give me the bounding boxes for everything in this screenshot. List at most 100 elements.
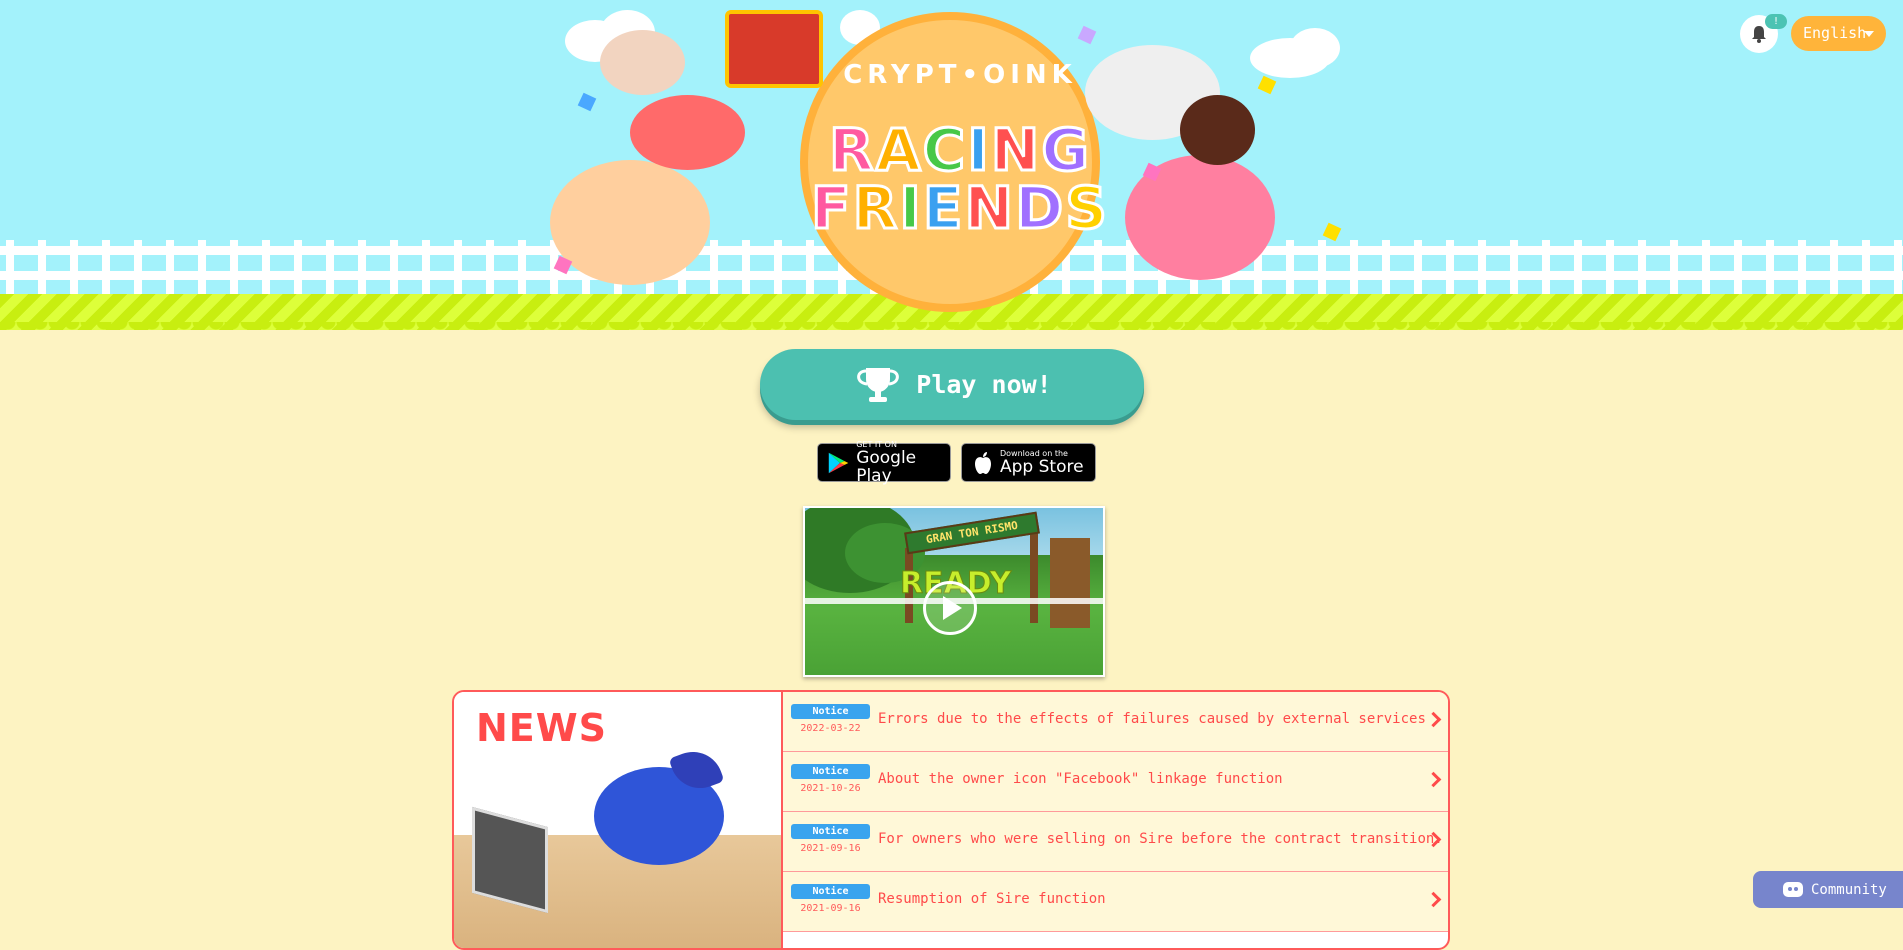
news-item[interactable]: Notice 2021-09-16 For owners who were sell…	[783, 812, 1448, 872]
fence-post	[1894, 240, 1902, 296]
fence-post	[6, 240, 14, 296]
gate-post	[1030, 528, 1038, 623]
language-label: English	[1803, 24, 1867, 42]
community-label: Community	[1811, 881, 1887, 898]
fence-post	[70, 240, 78, 296]
language-select[interactable]: English	[1791, 16, 1886, 51]
fence-post	[1574, 240, 1582, 296]
chevron-right-icon	[1425, 711, 1442, 728]
news-item[interactable]: Notice 2022-03-22 Errors due to the effect…	[783, 692, 1448, 752]
apple-icon	[975, 451, 991, 474]
logo-letter: R	[851, 174, 900, 242]
news-item[interactable]: Notice 2021-10-26 About the owner icon "Fa…	[783, 752, 1448, 812]
starting-gate	[1050, 538, 1090, 628]
fence-post	[1862, 240, 1870, 296]
fence-post	[1606, 240, 1614, 296]
fence-post	[1734, 240, 1742, 296]
news-section: NEWS Notice 2022-03-22 Errors due to the e…	[452, 690, 1450, 950]
grass-edge	[0, 322, 1903, 332]
chevron-right-icon	[1425, 891, 1442, 908]
logo-letter: S	[1064, 174, 1109, 242]
fence-post	[454, 240, 462, 296]
fence-post	[1510, 240, 1518, 296]
play-triangle-icon	[943, 596, 962, 620]
confetti	[577, 92, 597, 112]
fence-post	[230, 240, 238, 296]
fence-post	[1766, 240, 1774, 296]
pig-character	[550, 160, 710, 285]
fence-post	[486, 240, 494, 296]
fence-post	[262, 240, 270, 296]
app-store-button[interactable]: Download on the App Store	[961, 443, 1096, 482]
shrine-float	[725, 10, 823, 88]
notice-tag: Notice	[791, 764, 870, 779]
notification-badge: !	[1765, 14, 1787, 29]
number-board	[472, 806, 548, 914]
app-store-big-text: App Store	[1000, 457, 1084, 477]
chevron-right-icon	[1425, 771, 1442, 788]
news-date: 2021-09-16	[800, 843, 861, 854]
fence-post	[38, 240, 46, 296]
news-headline: For owners who were selling on Sire befo…	[878, 831, 1443, 847]
fence-post	[358, 240, 366, 296]
fence-post	[1382, 240, 1390, 296]
logo-letter: D	[1014, 174, 1066, 242]
play-now-label: Play now!	[916, 370, 1052, 399]
logo-letter: C	[921, 116, 968, 184]
discord-icon	[1783, 882, 1803, 897]
logo-letter: R	[828, 116, 876, 184]
fence-post	[1830, 240, 1838, 296]
fence-post	[166, 240, 174, 296]
logo-letter: G	[1040, 116, 1091, 184]
notice-tag: Notice	[791, 824, 870, 839]
news-title: NEWS	[476, 706, 608, 750]
fence-post	[1414, 240, 1422, 296]
google-play-button[interactable]: GET IT ON Google Play	[817, 440, 951, 486]
trophy-icon	[857, 367, 900, 402]
google-play-big-text: Google Play	[856, 448, 917, 486]
fence-post	[1670, 240, 1678, 296]
fence-post	[294, 240, 302, 296]
fence-post	[102, 240, 110, 296]
fence-post	[390, 240, 398, 296]
logo-letter: N	[963, 174, 1016, 242]
news-headline: About the owner icon "Facebook" linkage …	[878, 771, 1283, 787]
play-now-button[interactable]: Play now!	[760, 349, 1144, 420]
logo-letter: F	[810, 174, 853, 242]
fence-post	[198, 240, 206, 296]
fence-post	[1638, 240, 1646, 296]
pig-character	[600, 30, 685, 95]
logo-letter: E	[921, 174, 965, 242]
news-date: 2022-03-22	[800, 723, 861, 734]
bell-icon	[1752, 26, 1766, 43]
logo-letter: A	[874, 116, 923, 184]
logo-letter: N	[989, 116, 1042, 184]
video-sign: GRAN TON RISMO	[904, 511, 1040, 555]
logo-letter: I	[898, 174, 923, 242]
news-illustration: NEWS	[454, 692, 783, 948]
chevron-down-icon	[1864, 31, 1874, 37]
notice-tag: Notice	[791, 884, 870, 899]
fence-post	[422, 240, 430, 296]
community-button[interactable]: Community	[1753, 871, 1903, 908]
confetti	[1077, 25, 1097, 45]
chocolate-heart	[1180, 95, 1255, 165]
fence-post	[1478, 240, 1486, 296]
game-logo: CRYPT•OINK RACING FRIENDS	[540, 0, 1380, 312]
notice-tag: Notice	[791, 704, 870, 719]
fence-post	[518, 240, 526, 296]
pig-character	[630, 95, 745, 170]
logo-letter: I	[966, 116, 991, 184]
news-date: 2021-10-26	[800, 783, 861, 794]
fence-post	[1702, 240, 1710, 296]
fence-post	[326, 240, 334, 296]
google-play-icon	[828, 452, 849, 473]
news-headline: Errors due to the effects of failures ca…	[878, 711, 1426, 727]
news-date: 2021-09-16	[800, 903, 861, 914]
fence-post	[134, 240, 142, 296]
news-item[interactable]: Notice 2021-09-16 Resumption of Sire funct…	[783, 872, 1448, 932]
news-headline: Resumption of Sire function	[878, 891, 1106, 907]
fence-post	[1542, 240, 1550, 296]
trailer-video[interactable]: GRAN TON RISMO READY	[803, 506, 1105, 677]
fence-post	[1798, 240, 1806, 296]
